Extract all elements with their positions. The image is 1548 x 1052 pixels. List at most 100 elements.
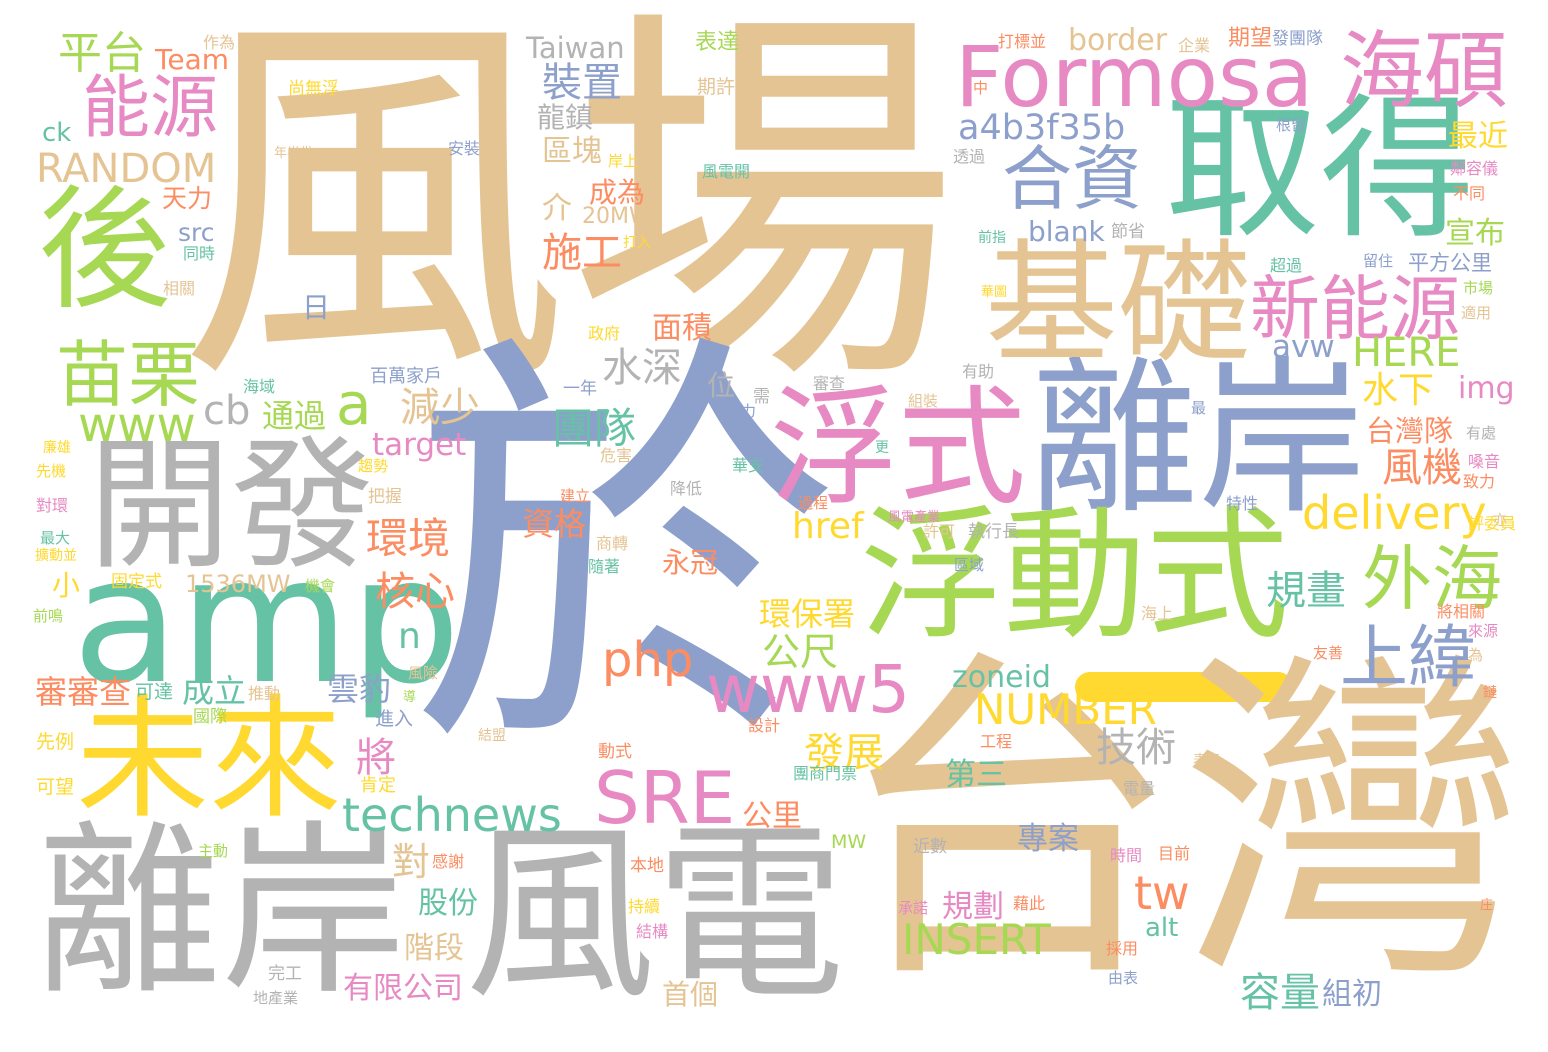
word: 持續 bbox=[628, 896, 661, 916]
word: 前鳴 bbox=[33, 606, 64, 625]
word: RANDOM bbox=[36, 145, 217, 192]
word: 打入 bbox=[623, 234, 651, 251]
word: 本地 bbox=[630, 855, 664, 876]
word: 施工 bbox=[542, 229, 622, 276]
word: 固定式 bbox=[111, 571, 162, 592]
word: 20MW bbox=[582, 204, 651, 230]
word: 天力 bbox=[162, 184, 213, 213]
word: 先例 bbox=[36, 731, 75, 754]
word: tw bbox=[1134, 866, 1190, 921]
word: 小 bbox=[52, 568, 81, 602]
word: 亦 bbox=[1493, 512, 1507, 529]
word: 透過 bbox=[953, 146, 986, 166]
word: 合資 bbox=[1002, 138, 1142, 221]
word: 結盟 bbox=[478, 727, 506, 744]
word: 表示 bbox=[1193, 752, 1221, 769]
word: 審審查 bbox=[35, 673, 132, 712]
word: 環保署 bbox=[759, 595, 856, 634]
word: 最近 bbox=[1448, 118, 1508, 154]
word: INSERT bbox=[902, 914, 1051, 964]
word: 發團隊 bbox=[1272, 28, 1323, 49]
word: 對環 bbox=[36, 495, 69, 515]
word: 同時 bbox=[183, 243, 216, 263]
word: 區域 bbox=[954, 555, 985, 574]
word: 全力 bbox=[726, 401, 757, 420]
word: 技術 bbox=[1096, 724, 1176, 771]
word: 階段 bbox=[404, 930, 464, 966]
word: 企業 bbox=[1178, 35, 1211, 55]
word: 執行長 bbox=[968, 521, 1019, 542]
word: cb bbox=[203, 387, 251, 434]
word: 市場 bbox=[1463, 278, 1494, 297]
word: 審查 bbox=[813, 373, 846, 393]
word: 可達 bbox=[135, 681, 174, 704]
word: 先機 bbox=[36, 461, 67, 480]
word: 肯定 bbox=[360, 774, 396, 796]
word: 超過 bbox=[1270, 255, 1303, 275]
word: 機會 bbox=[305, 576, 336, 595]
word: 組裝 bbox=[908, 391, 939, 410]
word: 對 bbox=[392, 839, 431, 884]
word: 團商門票 bbox=[793, 763, 858, 783]
word-cloud: 風場於台灣 離岸 取得 基礎 浮式 浮動式 開發 amp 未來 離岸 風電後 Formosa 海碩 能源平… bbox=[0, 0, 1548, 1052]
word: 特性 bbox=[1226, 493, 1259, 513]
word: 主動 bbox=[198, 841, 229, 860]
word: 工程 bbox=[980, 731, 1013, 751]
word: MW bbox=[831, 831, 867, 854]
word: 前指 bbox=[978, 229, 1006, 246]
word: 水深 bbox=[602, 344, 682, 391]
word: 華支 bbox=[732, 455, 765, 475]
word: 藉此 bbox=[1013, 893, 1046, 913]
word: 百萬家戶 bbox=[370, 365, 442, 387]
word: 完工 bbox=[268, 963, 302, 984]
word: 可望 bbox=[36, 776, 75, 799]
word: 公里 bbox=[742, 798, 802, 834]
word: 近數 bbox=[913, 836, 947, 857]
word: 能源 bbox=[82, 68, 219, 148]
word: 感謝 bbox=[432, 851, 465, 871]
word: 位 bbox=[707, 368, 736, 402]
word: 團隊 bbox=[552, 403, 637, 453]
word: href bbox=[792, 506, 864, 548]
word: 介 bbox=[542, 190, 572, 226]
word: 資格 bbox=[522, 505, 587, 544]
word: alt bbox=[1145, 912, 1179, 943]
word: 年半供 bbox=[274, 145, 314, 161]
word: 上緯 bbox=[1340, 618, 1477, 698]
word: 成為 bbox=[589, 175, 646, 209]
word: 庄 bbox=[1480, 897, 1494, 913]
word: 日 bbox=[302, 290, 331, 324]
word: 期望 bbox=[1228, 26, 1273, 52]
word: HERE bbox=[1352, 329, 1461, 376]
word: 平台 bbox=[58, 28, 146, 80]
word: 設計 bbox=[748, 715, 781, 735]
word: 建立 bbox=[560, 486, 591, 505]
word: 中 bbox=[973, 78, 989, 97]
word: 友善 bbox=[1313, 643, 1344, 662]
word: 商轉 bbox=[596, 533, 629, 553]
word: 海碩 bbox=[1340, 22, 1509, 121]
word: 不同 bbox=[1453, 183, 1486, 203]
word: 把握 bbox=[368, 486, 402, 507]
word: 龍鎮 bbox=[537, 100, 594, 134]
word: 嗓音 bbox=[1468, 451, 1501, 471]
word: 最大 bbox=[40, 528, 71, 547]
word: 環境 bbox=[366, 513, 451, 563]
word: 安裝 bbox=[448, 138, 481, 158]
word: 專案 bbox=[1017, 820, 1079, 857]
word: 最 bbox=[1191, 398, 1207, 417]
word: src bbox=[178, 218, 215, 247]
word: technews bbox=[342, 788, 562, 843]
word: 鏈 bbox=[1483, 684, 1497, 701]
word: 容量 bbox=[1240, 969, 1320, 1016]
word: 將相關 bbox=[1437, 601, 1486, 621]
word: Taiwan bbox=[526, 30, 625, 65]
word: 風電開 bbox=[702, 161, 751, 181]
word: a4b3f35b bbox=[958, 108, 1126, 149]
word: avw bbox=[1272, 328, 1335, 365]
word: 一年 bbox=[563, 378, 597, 399]
word: 岸上 bbox=[608, 151, 639, 170]
word: 基礎 bbox=[985, 228, 1251, 383]
word: 來源 bbox=[1468, 621, 1499, 640]
word: 公尺 bbox=[762, 629, 839, 674]
